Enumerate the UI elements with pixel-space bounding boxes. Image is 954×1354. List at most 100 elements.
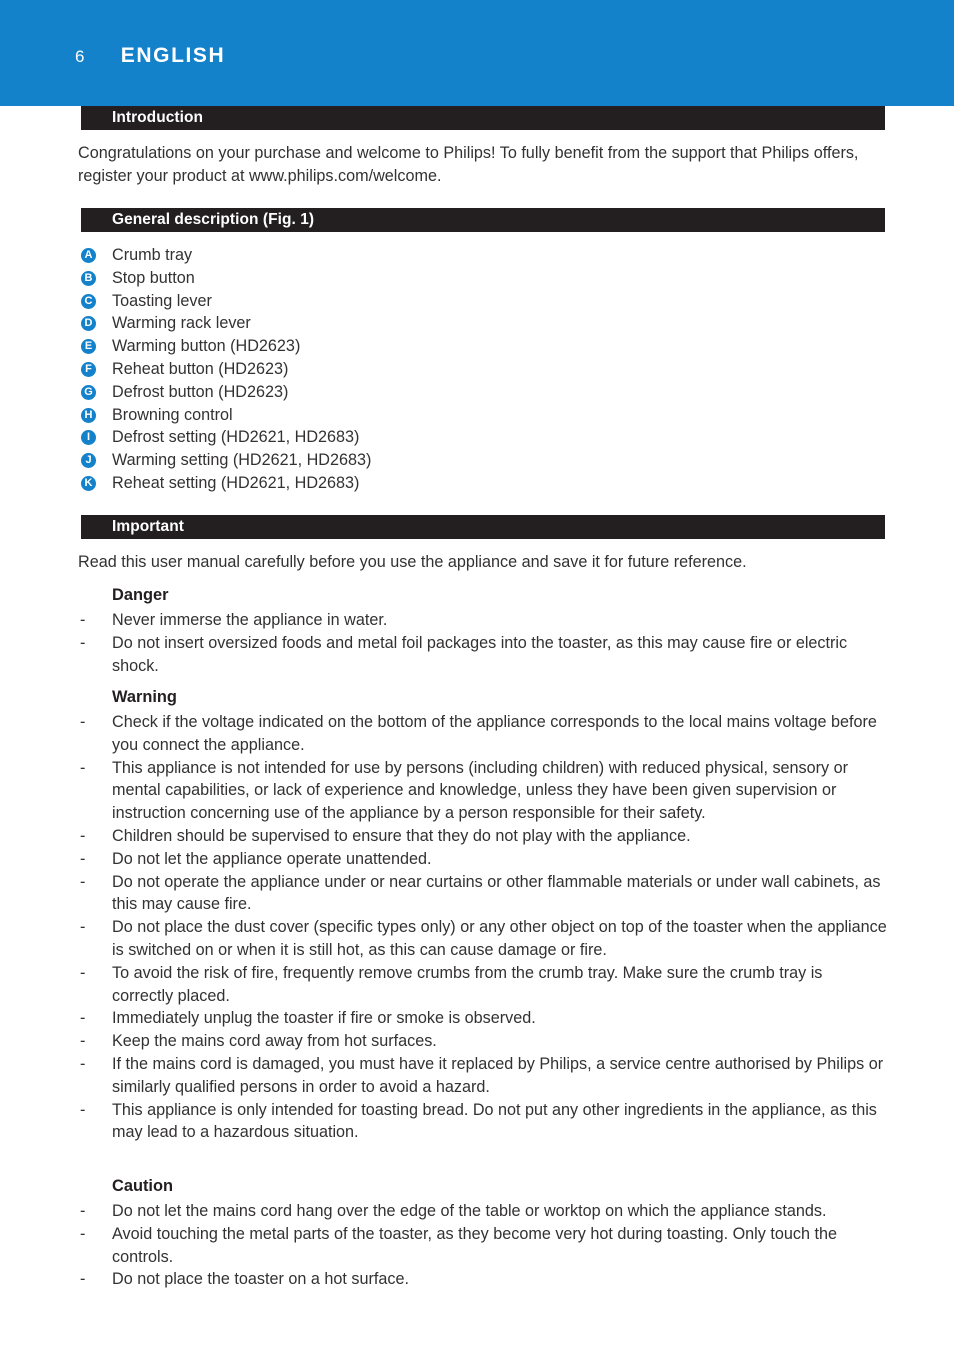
important-intro-paragraph: Read this user manual carefully before y… xyxy=(78,553,747,571)
dash-bullet-icon: - xyxy=(80,611,86,629)
list-item-text: If the mains cord is damaged, you must h… xyxy=(112,1054,884,1096)
page-number: 6 xyxy=(75,47,85,66)
list-item: - This appliance is only intended for to… xyxy=(78,1099,888,1145)
dash-bullet-icon: - xyxy=(80,849,86,868)
dash-bullet-icon: - xyxy=(80,1054,86,1073)
list-item-text: This appliance is only intended for toas… xyxy=(112,1100,877,1142)
list-item: I Defrost setting (HD2621, HD2683) xyxy=(78,426,878,449)
list-item-text: To avoid the risk of fire, frequently re… xyxy=(112,963,823,1005)
list-item: - Do not let the appliance operate unatt… xyxy=(78,848,888,871)
list-item: E Warming button (HD2623) xyxy=(78,335,878,358)
dash-bullet-icon: - xyxy=(80,1032,86,1051)
dash-bullet-icon: - xyxy=(80,713,86,731)
list-item: - Keep the mains cord away from hot surf… xyxy=(78,1030,888,1053)
parts-legend-list: A Crumb tray B Stop button C Toasting le… xyxy=(78,244,878,495)
list-item: K Reheat setting (HD2621, HD2683) xyxy=(78,472,878,495)
list-item: - Do not let the mains cord hang over th… xyxy=(78,1200,888,1223)
letter-badge-k: K xyxy=(81,475,96,491)
list-item: D Warming rack lever xyxy=(78,312,878,335)
introduction-paragraph: Congratulations on your purchase and wel… xyxy=(78,144,859,185)
list-item: - Do not operate the appliance under or … xyxy=(78,871,888,917)
list-item: - Do not place the toaster on a hot surf… xyxy=(78,1268,888,1291)
dash-bullet-icon: - xyxy=(80,1009,86,1028)
list-item: - Children should be supervised to ensur… xyxy=(78,825,888,848)
list-item-label: Warming rack lever xyxy=(112,314,251,333)
warning-bullet-list: - Check if the voltage indicated on the … xyxy=(78,711,888,1144)
caution-bullet-list: - Do not let the mains cord hang over th… xyxy=(78,1200,888,1291)
list-item: B Stop button xyxy=(78,267,878,290)
list-item: - This appliance is not intended for use… xyxy=(78,757,888,825)
dash-bullet-icon: - xyxy=(80,1270,86,1289)
list-item: - Check if the voltage indicated on the … xyxy=(78,711,888,757)
list-item-text: This appliance is not intended for use b… xyxy=(112,758,849,823)
dash-bullet-icon: - xyxy=(80,633,86,652)
list-item-text: Never immerse the appliance in water. xyxy=(112,611,388,629)
list-item: F Reheat button (HD2623) xyxy=(78,358,878,381)
subheading-warning: Warning xyxy=(112,688,177,706)
letter-badge-a: A xyxy=(81,248,96,263)
list-item: - Do not place the dust cover (specific … xyxy=(78,916,888,962)
letter-badge-c: C xyxy=(81,293,96,309)
section-bar-important: Important xyxy=(81,515,885,539)
list-item-label: Stop button xyxy=(112,268,195,287)
list-item: H Browning control xyxy=(78,404,878,427)
list-item-label: Warming button (HD2623) xyxy=(112,337,301,356)
section-bar-general-description: General description (Fig. 1) xyxy=(81,208,885,232)
danger-bullet-list: - Never immerse the appliance in water. … xyxy=(78,609,888,677)
list-item-text: Avoid touching the metal parts of the to… xyxy=(112,1224,837,1266)
letter-badge-f: F xyxy=(81,361,96,377)
letter-badge-g: G xyxy=(81,384,96,400)
list-item-text: Do not place the toaster on a hot surfac… xyxy=(112,1270,409,1289)
list-item-text: Keep the mains cord away from hot surfac… xyxy=(112,1032,437,1051)
subheading-danger: Danger xyxy=(112,586,169,604)
section-heading-introduction: Introduction xyxy=(112,109,203,126)
list-item-label: Crumb tray xyxy=(112,246,193,264)
subheading-caution: Caution xyxy=(112,1177,174,1195)
list-item-label: Warming setting (HD2621, HD2683) xyxy=(112,451,372,470)
list-item: - Immediately unplug the toaster if fire… xyxy=(78,1007,888,1030)
letter-badge-h: H xyxy=(81,407,96,423)
dash-bullet-icon: - xyxy=(80,1202,86,1220)
section-heading-important: Important xyxy=(112,518,184,535)
list-item: - Never immerse the appliance in water. xyxy=(78,609,888,632)
list-item-text: Check if the voltage indicated on the bo… xyxy=(112,713,877,754)
list-item: - If the mains cord is damaged, you must… xyxy=(78,1053,888,1099)
list-item: C Toasting lever xyxy=(78,290,878,313)
dash-bullet-icon: - xyxy=(80,918,86,937)
list-item: J Warming setting (HD2621, HD2683) xyxy=(78,449,878,472)
list-item: - Avoid touching the metal parts of the … xyxy=(78,1223,888,1269)
dash-bullet-icon: - xyxy=(80,826,86,845)
list-item-text: Children should be supervised to ensure … xyxy=(112,826,691,845)
list-item-label: Defrost setting (HD2621, HD2683) xyxy=(112,428,360,447)
list-item-text: Do not let the mains cord hang over the … xyxy=(112,1202,827,1220)
list-item-label: Defrost button (HD2623) xyxy=(112,382,289,401)
letter-badge-j: J xyxy=(81,453,96,469)
list-item-label: Reheat setting (HD2621, HD2683) xyxy=(112,473,360,492)
section-heading-general-description: General description (Fig. 1) xyxy=(112,211,315,228)
dash-bullet-icon: - xyxy=(80,1100,86,1119)
letter-badge-d: D xyxy=(81,316,96,332)
list-item-label: Browning control xyxy=(112,405,233,424)
section-bar-introduction: Introduction xyxy=(81,106,885,130)
page-language-title: ENGLISH xyxy=(120,44,226,67)
dash-bullet-icon: - xyxy=(80,963,86,982)
list-item-label: Reheat button (HD2623) xyxy=(112,359,289,378)
dash-bullet-icon: - xyxy=(80,758,86,777)
letter-badge-i: I xyxy=(81,430,96,446)
dash-bullet-icon: - xyxy=(80,872,86,891)
list-item-text: Do not insert oversized foods and metal … xyxy=(112,633,848,675)
page-header-band: 6 ENGLISH xyxy=(0,0,954,106)
list-item: A Crumb tray xyxy=(78,244,878,267)
list-item-text: Immediately unplug the toaster if fire o… xyxy=(112,1009,536,1028)
letter-badge-b: B xyxy=(81,270,96,286)
list-item-text: Do not operate the appliance under or ne… xyxy=(112,872,881,914)
list-item-text: Do not let the appliance operate unatten… xyxy=(112,849,432,868)
page-header-inner: 6 ENGLISH xyxy=(75,44,225,68)
list-item-text: Do not place the dust cover (specific ty… xyxy=(112,918,887,959)
list-item: - Do not insert oversized foods and meta… xyxy=(78,632,888,678)
list-item: G Defrost button (HD2623) xyxy=(78,381,878,404)
list-item-label: Toasting lever xyxy=(112,291,212,310)
letter-badge-e: E xyxy=(81,339,96,355)
list-item: - To avoid the risk of fire, frequently … xyxy=(78,962,888,1008)
dash-bullet-icon: - xyxy=(80,1224,86,1243)
